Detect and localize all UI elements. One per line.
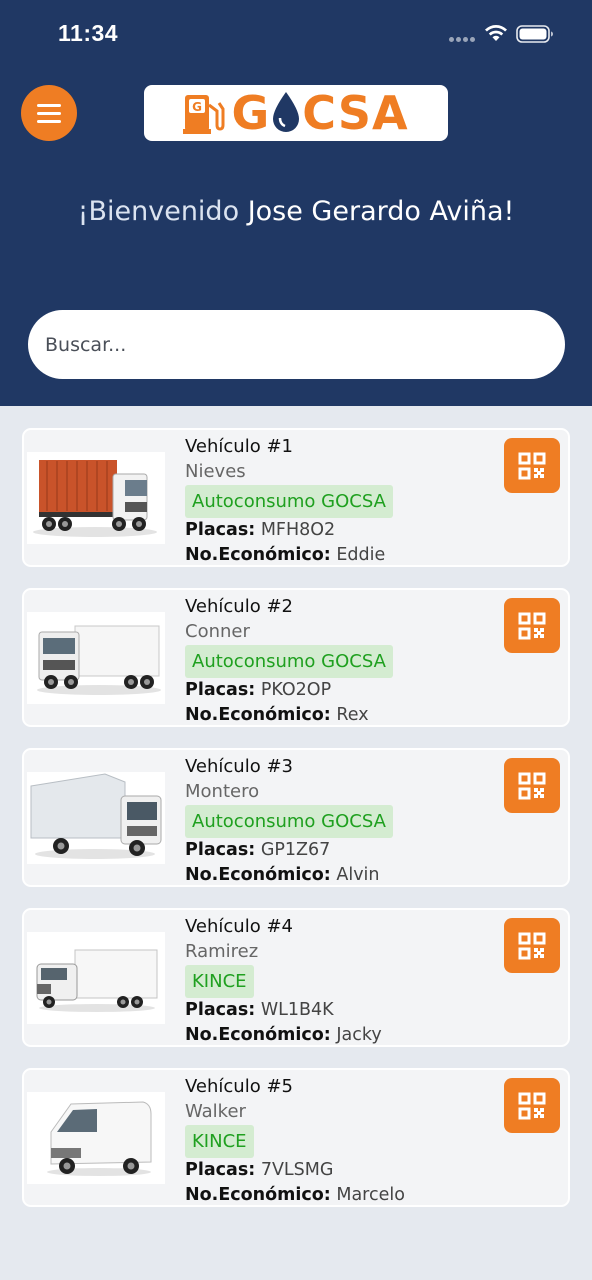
vehicle-title: Vehículo #4 — [185, 916, 293, 937]
signal-dots-icon — [449, 37, 477, 43]
user-name: Jose Gerardo Aviña! — [247, 196, 515, 227]
qr-code-icon — [518, 612, 546, 639]
qr-code-button[interactable] — [504, 438, 560, 493]
qr-code-icon — [518, 1092, 546, 1119]
vehicle-owner: Conner — [185, 621, 250, 642]
vehicle-title: Vehículo #2 — [185, 596, 293, 617]
vehicle-info: Vehículo #5 Walker KINCE Placas: 7VLSMG … — [185, 1074, 505, 1208]
vehicle-card[interactable]: Vehículo #3 Montero Autoconsumo GOCSA Pl… — [22, 748, 570, 887]
status-time: 11:34 — [58, 20, 119, 46]
welcome-prefix: ¡Bienvenido — [77, 196, 240, 227]
brand-logo: G G CSA — [144, 85, 448, 141]
vehicle-title: Vehículo #5 — [185, 1076, 293, 1097]
vehicle-info: Vehículo #4 Ramirez KINCE Placas: WL1B4K… — [185, 914, 505, 1048]
vehicle-eco-number: No.Económico: Alvin — [185, 865, 380, 885]
svg-text:G: G — [193, 100, 203, 114]
water-drop-icon — [273, 92, 300, 132]
cargo-van-image — [27, 1092, 165, 1184]
vehicle-eco-number: No.Económico: Eddie — [185, 545, 386, 565]
vehicle-plates: Placas: GP1Z67 — [185, 840, 331, 860]
vehicle-badge: Autoconsumo GOCSA — [185, 645, 393, 678]
qr-code-icon — [518, 932, 546, 959]
vehicle-owner: Nieves — [185, 461, 246, 482]
qr-code-icon — [518, 452, 546, 479]
vehicle-info: Vehículo #1 Nieves Autoconsumo GOCSA Pla… — [185, 434, 505, 568]
qr-code-button[interactable] — [504, 1078, 560, 1133]
vehicle-badge: Autoconsumo GOCSA — [185, 805, 393, 838]
battery-icon — [516, 25, 553, 43]
vehicle-eco-number: No.Económico: Marcelo — [185, 1185, 405, 1205]
vehicle-badge: KINCE — [185, 965, 254, 998]
vehicle-eco-number: No.Económico: Rex — [185, 705, 369, 725]
wifi-icon — [485, 25, 507, 41]
vehicle-info: Vehículo #2 Conner Autoconsumo GOCSA Pla… — [185, 594, 505, 728]
vehicle-owner: Walker — [185, 1101, 246, 1122]
vehicle-plates: Placas: 7VLSMG — [185, 1160, 334, 1180]
qr-code-button[interactable] — [504, 758, 560, 813]
vehicle-plates: Placas: MFH8O2 — [185, 520, 336, 540]
menu-button[interactable] — [21, 85, 77, 141]
hamburger-icon — [37, 103, 61, 107]
vehicle-card[interactable]: Vehículo #4 Ramirez KINCE Placas: WL1B4K… — [22, 908, 570, 1047]
vehicle-list: Vehículo #1 Nieves Autoconsumo GOCSA Pla… — [22, 428, 570, 1228]
box-truck-small-image — [27, 932, 165, 1024]
qr-code-button[interactable] — [504, 918, 560, 973]
vehicle-info: Vehículo #3 Montero Autoconsumo GOCSA Pl… — [185, 754, 505, 888]
vehicle-title: Vehículo #1 — [185, 436, 293, 457]
semi-trailer-truck-image — [27, 612, 165, 704]
vehicle-owner: Montero — [185, 781, 260, 802]
vehicle-title: Vehículo #3 — [185, 756, 293, 777]
qr-code-button[interactable] — [504, 598, 560, 653]
vehicle-plates: Placas: WL1B4K — [185, 1000, 334, 1020]
container-truck-image — [27, 452, 165, 544]
vehicle-card[interactable]: Vehículo #2 Conner Autoconsumo GOCSA Pla… — [22, 588, 570, 727]
brand-name: G CSA — [231, 86, 409, 140]
vehicle-badge: Autoconsumo GOCSA — [185, 485, 393, 518]
vehicle-badge: KINCE — [185, 1125, 254, 1158]
vehicle-card[interactable]: Vehículo #5 Walker KINCE Placas: 7VLSMG … — [22, 1068, 570, 1207]
search-input[interactable] — [28, 310, 565, 379]
qr-code-icon — [518, 772, 546, 799]
vehicle-owner: Ramirez — [185, 941, 259, 962]
status-bar: 11:34 — [0, 0, 592, 66]
fuel-pump-icon: G — [183, 95, 225, 134]
vehicle-card[interactable]: Vehículo #1 Nieves Autoconsumo GOCSA Pla… — [22, 428, 570, 567]
welcome-message: ¡Bienvenido Jose Gerardo Aviña! — [0, 196, 592, 227]
vehicle-eco-number: No.Económico: Jacky — [185, 1025, 382, 1045]
vehicle-plates: Placas: PKO2OP — [185, 680, 332, 700]
header: 11:34 G G CSA ¡Bienvenido Jose Gerardo A… — [0, 0, 592, 406]
box-truck-image — [27, 772, 165, 864]
